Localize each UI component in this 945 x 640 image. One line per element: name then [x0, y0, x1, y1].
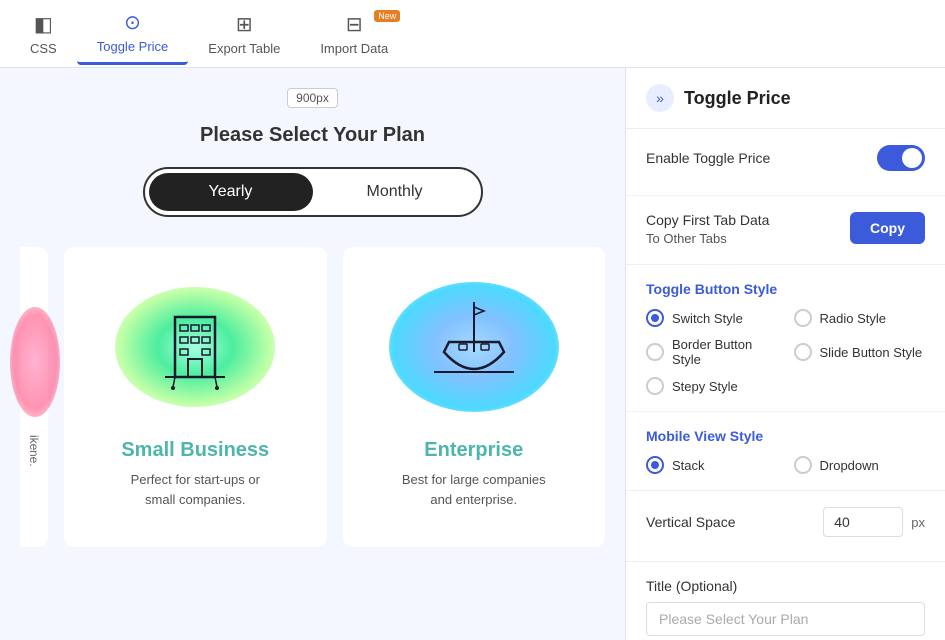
mobile-view-options: Stack Dropdown	[646, 456, 925, 474]
enable-label: Enable Toggle Price	[646, 150, 770, 166]
expand-panel-button[interactable]: »	[646, 84, 674, 112]
title-optional-input[interactable]	[646, 602, 925, 636]
copy-label-block: Copy First Tab Data To Other Tabs	[646, 212, 769, 248]
style-option-switch[interactable]: Switch Style	[646, 309, 778, 327]
button-style-options: Switch Style Radio Style Border Button S…	[646, 309, 925, 395]
stepy-label: Stepy Style	[672, 379, 738, 394]
border-button-radio[interactable]	[646, 343, 664, 361]
vertical-space-unit: px	[911, 515, 925, 530]
small-business-illustration	[84, 267, 307, 427]
switch-radio[interactable]	[646, 309, 664, 327]
switch-label: Switch Style	[672, 311, 743, 326]
right-panel-title: Toggle Price	[684, 88, 791, 109]
right-panel-header: » Toggle Price	[626, 68, 945, 129]
style-option-stepy[interactable]: Stepy Style	[646, 377, 925, 395]
small-business-desc: Perfect for start-ups or small companies…	[131, 470, 260, 509]
dropdown-radio[interactable]	[794, 456, 812, 474]
enterprise-title: Enterprise	[424, 439, 523, 462]
vertical-space-row: Vertical Space px	[646, 507, 925, 537]
dropdown-label: Dropdown	[820, 458, 879, 473]
button-style-section: Toggle Button Style Switch Style Radio S…	[626, 265, 945, 412]
toggle-price-icon: ⊙	[124, 10, 141, 35]
left-canvas-panel: 900px Please Select Your Plan Yearly Mon…	[0, 68, 625, 640]
mobile-option-dropdown[interactable]: Dropdown	[794, 456, 926, 474]
slide-button-label: Slide Button Style	[820, 345, 923, 360]
stepy-radio[interactable]	[646, 377, 664, 395]
radio-label: Radio Style	[820, 311, 886, 326]
enable-row: Enable Toggle Price	[646, 145, 925, 171]
enable-toggle-switch[interactable]	[877, 145, 925, 171]
plan-toggle[interactable]: Yearly Monthly	[143, 167, 483, 217]
title-optional-section: Title (Optional)	[626, 562, 945, 640]
main-layout: 900px Please Select Your Plan Yearly Mon…	[0, 68, 945, 640]
small-business-title: Small Business	[121, 439, 269, 462]
copy-label: Copy First Tab Data	[646, 212, 769, 228]
title-optional-label: Title (Optional)	[646, 578, 925, 594]
enterprise-illustration	[363, 267, 586, 427]
new-badge: New	[374, 10, 400, 22]
mobile-view-section: Mobile View Style Stack Dropdown	[626, 412, 945, 491]
border-button-label: Border Button Style	[672, 337, 778, 367]
right-settings-panel: » Toggle Price Enable Toggle Price Copy …	[625, 68, 945, 640]
enterprise-card: Enterprise Best for large companies and …	[343, 247, 606, 547]
radio-radio[interactable]	[794, 309, 812, 327]
tab-import-data-label: Import Data	[320, 41, 388, 56]
enable-section: Enable Toggle Price	[626, 129, 945, 196]
plan-title: Please Select Your Plan	[200, 124, 425, 147]
copy-section: Copy First Tab Data To Other Tabs Copy	[626, 196, 945, 265]
tab-css-label: CSS	[30, 41, 57, 56]
css-icon: ◧	[34, 12, 53, 37]
partial-card-text1: ike	[27, 435, 41, 450]
toggle-yearly[interactable]: Yearly	[149, 173, 313, 211]
mobile-view-title: Mobile View Style	[646, 428, 925, 444]
copy-sublabel: To Other Tabs	[646, 230, 769, 248]
tab-css[interactable]: ◧ CSS	[10, 4, 77, 64]
tab-export-table[interactable]: ⊞ Export Table	[188, 4, 300, 64]
ship-icon	[429, 297, 519, 397]
tab-toggle-price-label: Toggle Price	[97, 39, 169, 54]
stack-label: Stack	[672, 458, 705, 473]
style-option-slide-button[interactable]: Slide Button Style	[794, 337, 926, 367]
export-table-icon: ⊞	[236, 12, 253, 37]
vertical-space-input-row: px	[823, 507, 925, 537]
tab-toggle-price[interactable]: ⊙ Toggle Price	[77, 2, 189, 65]
copy-button[interactable]: Copy	[850, 212, 925, 244]
vertical-space-label: Vertical Space	[646, 514, 736, 530]
small-business-card: Small Business Perfect for start-ups or …	[64, 247, 327, 547]
enterprise-desc: Best for large companies and enterprise.	[402, 470, 546, 509]
vertical-space-input[interactable]	[823, 507, 903, 537]
vertical-space-section: Vertical Space px	[626, 491, 945, 562]
mobile-option-stack[interactable]: Stack	[646, 456, 778, 474]
building-icon	[155, 297, 235, 397]
stack-radio[interactable]	[646, 456, 664, 474]
partial-card-left: ike ne.	[20, 247, 48, 547]
import-data-icon: ⊟	[346, 12, 363, 37]
canvas-width-badge: 900px	[287, 88, 338, 108]
tab-import-data[interactable]: ⊟ Import Data New	[300, 4, 408, 64]
partial-card-text2: ne.	[27, 450, 41, 467]
style-option-border-button[interactable]: Border Button Style	[646, 337, 778, 367]
toggle-monthly[interactable]: Monthly	[313, 173, 477, 211]
slide-button-radio[interactable]	[794, 343, 812, 361]
button-style-title: Toggle Button Style	[646, 281, 925, 297]
copy-row: Copy First Tab Data To Other Tabs Copy	[646, 212, 925, 248]
top-tab-bar: ◧ CSS ⊙ Toggle Price ⊞ Export Table ⊟ Im…	[0, 0, 945, 68]
style-option-radio[interactable]: Radio Style	[794, 309, 926, 327]
tab-export-table-label: Export Table	[208, 41, 280, 56]
